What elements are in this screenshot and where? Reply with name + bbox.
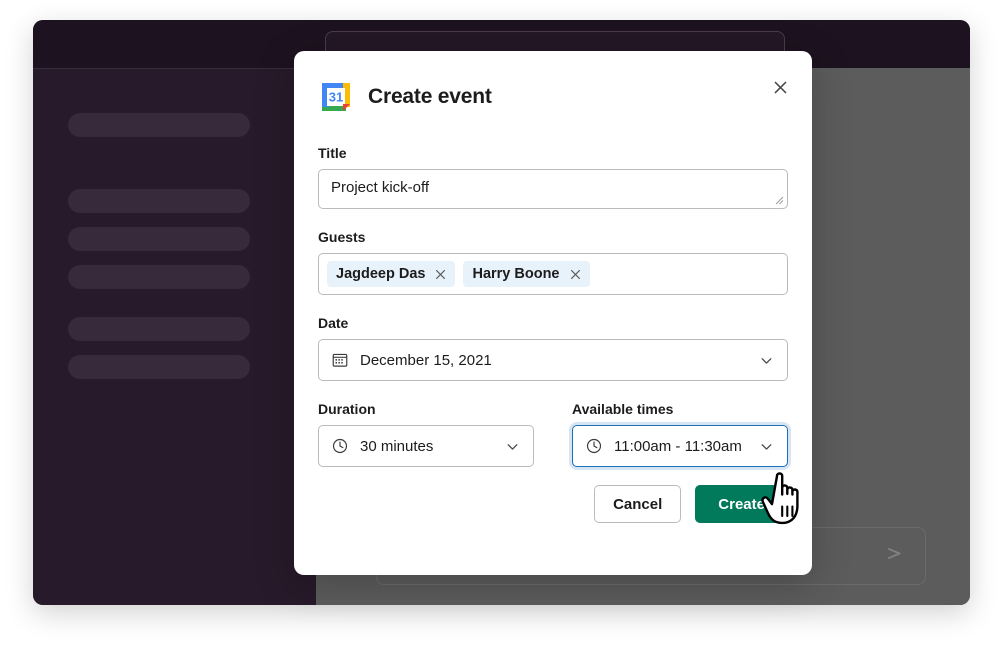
chevron-down-icon[interactable] — [504, 438, 521, 455]
app-sidebar[interactable] — [33, 68, 316, 605]
page-title: Create event — [368, 85, 492, 108]
cancel-button[interactable]: Cancel — [594, 485, 682, 523]
guest-chip-label: Harry Boone — [472, 266, 560, 282]
sidebar-skeleton-0 — [68, 113, 250, 137]
screenshot-root: 31 Create event Title Project kick-off G… — [0, 0, 1002, 651]
sidebar-skeleton-3 — [68, 265, 250, 289]
field-available-times: Available times 11:00am - 11:30am — [572, 401, 788, 467]
duration-value: 30 minutes — [360, 437, 434, 455]
clock-icon — [585, 437, 603, 455]
create-button[interactable]: Create — [695, 485, 788, 523]
available-times-select[interactable]: 11:00am - 11:30am — [572, 425, 788, 467]
sidebar-skeleton-4 — [68, 317, 250, 341]
field-date: Date December 15, 2021 — [318, 315, 788, 381]
calendar-icon — [331, 351, 349, 369]
guest-chip[interactable]: Harry Boone — [463, 261, 590, 287]
duration-label: Duration — [318, 401, 376, 417]
date-select[interactable]: December 15, 2021 — [318, 339, 788, 381]
chevron-down-icon[interactable] — [758, 438, 775, 455]
create-event-modal: 31 Create event Title Project kick-off G… — [294, 51, 812, 575]
clock-icon — [331, 437, 349, 455]
title-input[interactable]: Project kick-off — [318, 169, 788, 209]
duration-times-row: Duration 30 minutes Available times 11:0… — [318, 401, 788, 467]
modal-header: 31 Create event — [318, 75, 788, 119]
svg-text:31: 31 — [329, 90, 343, 105]
field-duration: Duration 30 minutes — [318, 401, 534, 467]
send-icon[interactable] — [885, 543, 907, 570]
google-calendar-icon: 31 — [318, 79, 354, 115]
close-icon[interactable] — [766, 73, 794, 101]
sidebar-skeleton-2 — [68, 227, 250, 251]
guest-chip[interactable]: Jagdeep Das — [327, 261, 456, 287]
modal-actions: Cancel Create — [318, 485, 788, 523]
available-times-value: 11:00am - 11:30am — [614, 437, 742, 455]
date-value: December 15, 2021 — [360, 351, 492, 369]
title-input-value: Project kick-off — [331, 179, 430, 196]
remove-guest-icon[interactable] — [569, 268, 582, 281]
remove-guest-icon[interactable] — [434, 268, 447, 281]
guests-input[interactable]: Jagdeep Das Harry Boone — [318, 253, 788, 295]
sidebar-skeleton-1 — [68, 189, 250, 213]
guest-chip-label: Jagdeep Das — [336, 266, 426, 282]
field-title: Title Project kick-off — [318, 145, 788, 209]
date-label: Date — [318, 315, 349, 331]
guests-label: Guests — [318, 229, 366, 245]
duration-select[interactable]: 30 minutes — [318, 425, 534, 467]
title-label: Title — [318, 145, 347, 161]
chevron-down-icon[interactable] — [758, 352, 775, 369]
resize-handle-icon[interactable] — [775, 196, 784, 205]
field-guests: Guests Jagdeep Das Harry Boone — [318, 229, 788, 295]
sidebar-skeleton-5 — [68, 355, 250, 379]
available-times-label: Available times — [572, 401, 674, 417]
